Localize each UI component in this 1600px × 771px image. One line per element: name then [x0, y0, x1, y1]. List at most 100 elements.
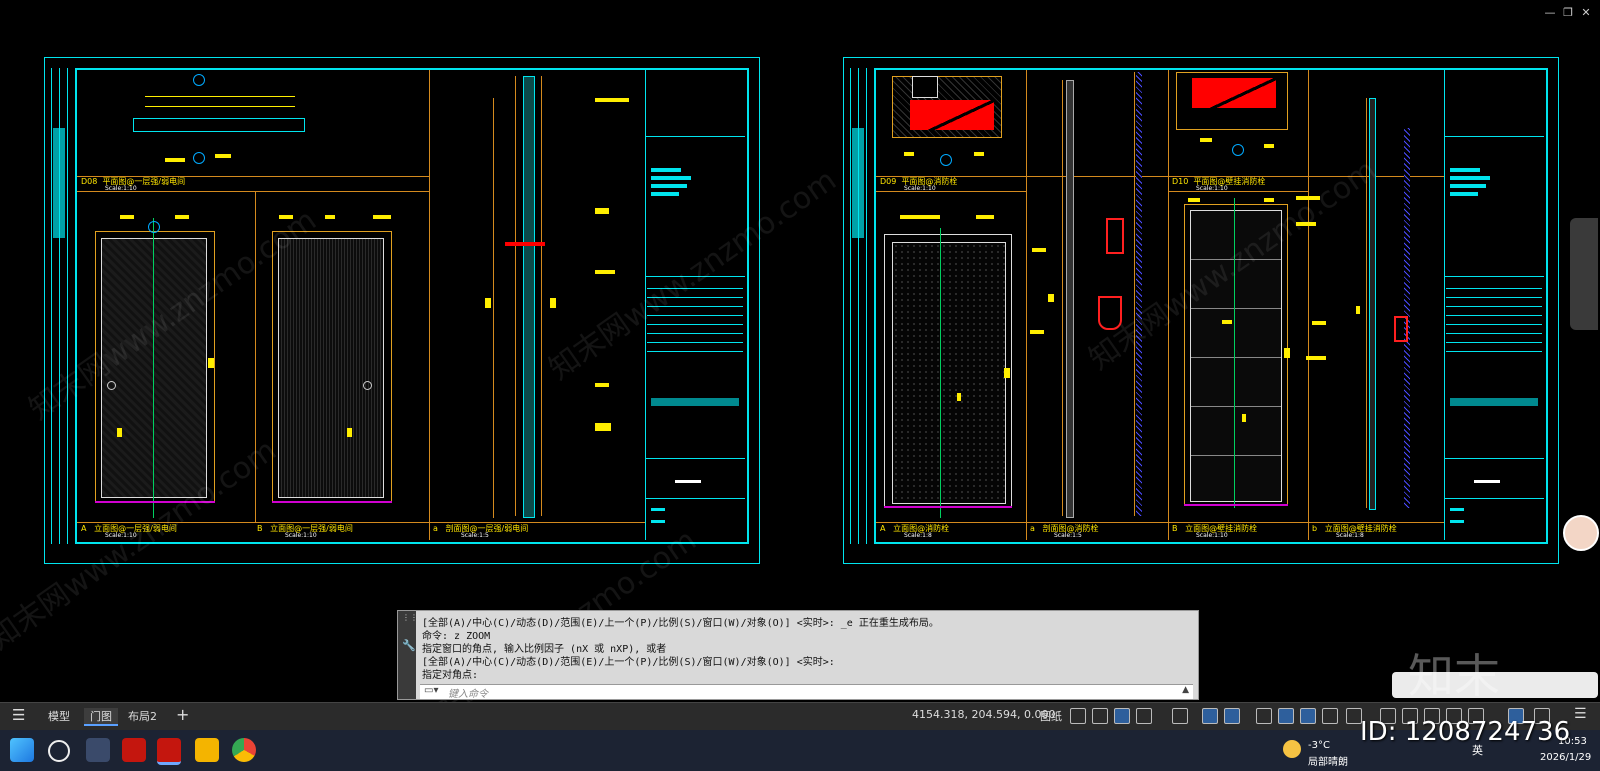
osnap-icon[interactable]: [1172, 708, 1188, 724]
command-prompt-icon[interactable]: ▭▾: [424, 685, 438, 696]
lineweight-icon[interactable]: [1224, 708, 1240, 724]
close-icon[interactable]: ✕: [1580, 6, 1592, 19]
paper-space-toggle[interactable]: 图纸: [1040, 708, 1062, 724]
assistant-avatar[interactable]: [1563, 515, 1599, 551]
search-icon[interactable]: [48, 740, 70, 762]
title-block-text: [1450, 184, 1486, 188]
title-block-row: [645, 136, 745, 137]
otrack-icon[interactable]: [1202, 708, 1218, 724]
drawing-number-tag: [1474, 480, 1500, 483]
tab-layout2[interactable]: 布局2: [128, 708, 157, 724]
command-window[interactable]: ⋮⋮ 🔧 [全部(A)/中心(C)/动态(D)/范围(E)/上一个(P)/比例(…: [397, 610, 1199, 700]
title-block-row: [645, 276, 745, 277]
calculator-icon[interactable]: [86, 738, 110, 762]
floor-line: [272, 501, 392, 503]
title-block-row: [1444, 498, 1544, 499]
drawing-sheet-left[interactable]: D08 平面图@一层强/弱电间 Scale:1:10 A 立面图@一层强/弱电间…: [44, 57, 760, 564]
title-block-table: [1446, 280, 1542, 360]
margin-line: [866, 68, 867, 544]
door-handle: [363, 381, 372, 390]
divider-line: [429, 70, 430, 540]
wrench-icon[interactable]: 🔧: [402, 639, 416, 652]
dimension-tag: [1242, 414, 1246, 422]
floating-toolbar[interactable]: [1570, 218, 1598, 330]
command-line: [全部(A)/中心(C)/动态(D)/范围(E)/上一个(P)/比例(S)/窗口…: [422, 657, 835, 668]
ortho-icon[interactable]: [1114, 708, 1130, 724]
elevation-door-leaf-a: [101, 238, 207, 498]
dimension-tag: [957, 393, 961, 401]
chevron-up-icon[interactable]: ▲: [1182, 685, 1189, 695]
dimension-tag: [373, 215, 391, 219]
title-block-row: [645, 498, 745, 499]
command-history: [全部(A)/中心(C)/动态(D)/范围(E)/上一个(P)/比例(S)/窗口…: [422, 617, 939, 682]
dimension-tag: [120, 215, 134, 219]
plan-door-section: [133, 118, 305, 132]
command-input[interactable]: ▭▾ 键入命令 ▲: [420, 684, 1193, 700]
centerline: [153, 218, 154, 518]
file-explorer-icon[interactable]: [195, 738, 219, 762]
floor-line: [884, 506, 1012, 508]
plan-dimension-line: [145, 106, 295, 107]
title-block-row: [1444, 458, 1544, 459]
restore-icon[interactable]: ❐: [1562, 6, 1574, 19]
grid-icon[interactable]: [1092, 708, 1108, 724]
title-block-text: [1450, 192, 1478, 196]
dimension-tag: [117, 428, 122, 437]
section-wall-line: [1134, 72, 1135, 516]
plan-frame: [912, 76, 938, 98]
dimension-tag: [208, 358, 214, 368]
hamburger-menu-icon[interactable]: ☰: [12, 706, 25, 724]
section-wall-line: [541, 76, 542, 516]
dimension-tag: [1222, 320, 1232, 324]
grip-dots-icon: ⋮⋮: [402, 613, 418, 622]
autocad-icon[interactable]: [157, 738, 181, 765]
title-block-text: [651, 192, 679, 196]
annotation-scale-icon[interactable]: [1322, 708, 1338, 724]
callout-tag: [1048, 294, 1054, 302]
section-hinge: [505, 242, 545, 246]
selection-cycling-icon[interactable]: [1278, 708, 1294, 724]
plan-dimension-line: [145, 96, 295, 97]
divider-line: [255, 191, 256, 522]
centerline: [940, 228, 941, 518]
polar-icon[interactable]: [1136, 708, 1152, 724]
section-door-leaf: [1066, 80, 1074, 518]
watermark-toolbar[interactable]: [1392, 672, 1598, 698]
drawing-sheet-right[interactable]: D09 平面图@消防栓 Scale:1:10 D10 平面图@壁挂消防栓 Sca…: [843, 57, 1559, 564]
view-scale: Scale:1:10: [904, 185, 936, 192]
acrobat-icon[interactable]: [122, 738, 146, 762]
minimize-icon[interactable]: —: [1544, 6, 1556, 19]
tab-model[interactable]: 模型: [48, 708, 70, 724]
title-block-text: [651, 184, 687, 188]
title-block-row: [1444, 276, 1544, 277]
command-line: 指定窗口的角点, 输入比例因子 (nX 或 nXP), 或者: [422, 644, 667, 655]
dynamic-ucs-icon[interactable]: [1300, 708, 1316, 724]
view-scale: Scale:1:10: [105, 185, 137, 192]
snap-icon[interactable]: [1070, 708, 1086, 724]
margin-line: [51, 68, 52, 544]
callout-tag: [595, 98, 629, 102]
title-block-text: [651, 520, 665, 523]
plan-fire-hydrant-box: [1192, 78, 1276, 108]
command-window-grip[interactable]: ⋮⋮ 🔧: [398, 611, 418, 699]
tab-door-drawing[interactable]: 门图: [84, 708, 118, 726]
transparency-icon[interactable]: [1256, 708, 1272, 724]
callout-tag: [595, 423, 611, 431]
plus-icon[interactable]: +: [176, 705, 189, 724]
elevation-door-leaf-b: [278, 238, 384, 498]
browser-icon[interactable]: [232, 738, 256, 762]
title-block-text: [1450, 508, 1464, 511]
divider-line: [876, 191, 1026, 192]
section-hydrant-pipe: [1098, 296, 1122, 330]
title-block-text: [1450, 176, 1490, 180]
customization-menu-icon[interactable]: ☰: [1574, 706, 1587, 722]
title-block-table: [647, 280, 743, 360]
view-scale: Scale:1:10: [1196, 532, 1228, 539]
floor-line: [95, 501, 215, 503]
weather-icon[interactable]: [1283, 740, 1301, 758]
windows-start-icon[interactable]: [10, 738, 34, 762]
title-block-text: [1450, 168, 1480, 172]
plan-section-marker: [940, 154, 952, 166]
callout-tag: [1296, 222, 1316, 226]
margin-line: [850, 68, 851, 544]
